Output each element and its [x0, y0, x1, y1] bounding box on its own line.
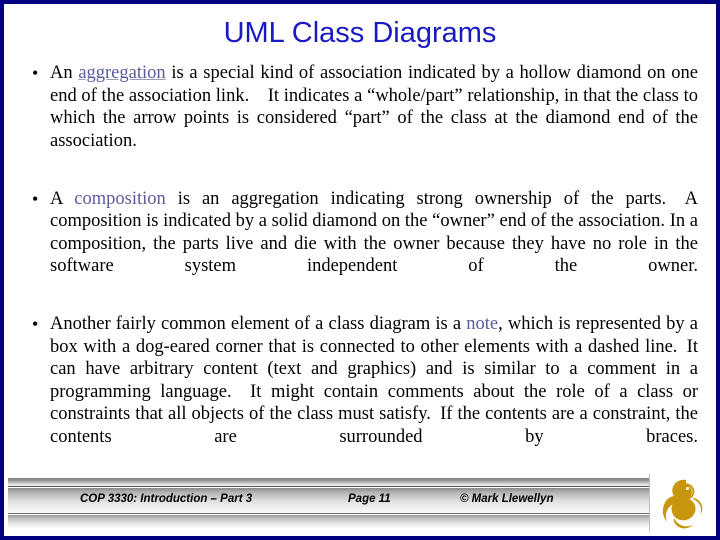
- bullet-text: An aggregation is a special kind of asso…: [50, 62, 698, 175]
- bullet-marker-icon: •: [32, 63, 39, 83]
- bullet-text: A composition is an aggregation indicati…: [50, 188, 698, 301]
- bullet-lead-text: An: [50, 63, 79, 83]
- footer-divider-bottom: [8, 515, 712, 529]
- bullet-marker-icon: •: [32, 188, 39, 209]
- footer-page-number: Page 11: [348, 493, 391, 505]
- bullet-marker-icon: •: [32, 314, 39, 334]
- presentation-slide: UML Class Diagrams • An aggregation is a…: [0, 0, 720, 540]
- footer-course-label: COP 3330: Introduction – Part 3: [80, 493, 253, 505]
- footer-copyright: © Mark Llewellyn: [460, 493, 554, 505]
- bullet-lead-text: A: [50, 188, 75, 209]
- list-item: • Another fairly common element of a cla…: [26, 313, 698, 471]
- footer-text-row: COP 3330: Introduction – Part 3 Page 11 …: [8, 488, 712, 514]
- bullet-text: Another fairly common element of a class…: [50, 313, 698, 471]
- bullet-lead-text: Another fairly common element of a class…: [50, 314, 467, 334]
- list-item: • A composition is an aggregation indica…: [26, 188, 698, 301]
- footer-divider-top: [8, 478, 712, 487]
- page-title: UML Class Diagrams: [223, 17, 497, 49]
- keyword-aggregation: aggregation: [78, 63, 166, 83]
- keyword-composition: composition: [74, 188, 166, 209]
- slide-body: • An aggregation is a special kind of as…: [26, 62, 698, 484]
- list-item: • An aggregation is a special kind of as…: [26, 62, 698, 175]
- keyword-note: note: [466, 314, 499, 334]
- ucf-pegasus-logo: [649, 474, 712, 532]
- slide-footer: COP 3330: Introduction – Part 3 Page 11 …: [8, 478, 712, 532]
